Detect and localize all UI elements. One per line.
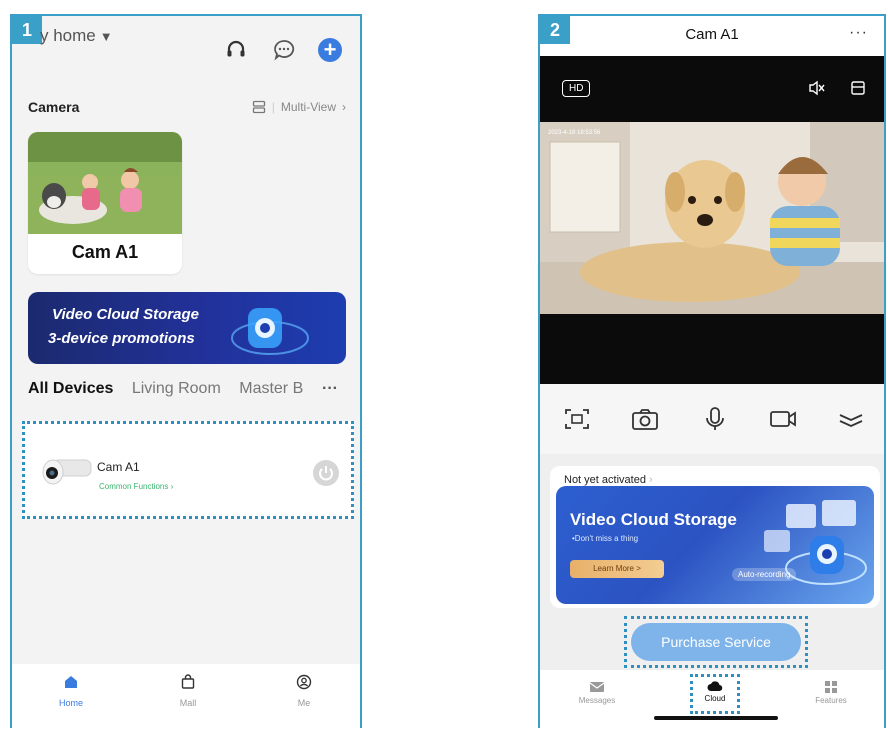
cloud-promo-banner[interactable]: Video Cloud Storage 3-device promotions bbox=[28, 292, 346, 364]
camera-card-name: Cam A1 bbox=[71, 242, 139, 262]
power-icon bbox=[319, 466, 333, 481]
mail-icon bbox=[589, 682, 605, 692]
camera-section-title: Camera bbox=[28, 99, 80, 115]
video-controls bbox=[540, 384, 884, 454]
hd-toggle[interactable]: HD bbox=[562, 80, 591, 97]
bullet-camera-icon bbox=[42, 459, 92, 485]
add-device-button[interactable]: + bbox=[318, 38, 342, 62]
multi-view-label: Multi-View bbox=[280, 100, 336, 114]
video-timestamp: 2023-4-18 18:53:56 bbox=[548, 130, 601, 136]
device-list-item[interactable]: Cam A1 Common Functions › bbox=[22, 421, 354, 519]
home-title: y home bbox=[40, 26, 96, 45]
home-indicator bbox=[654, 716, 778, 720]
camera-snapshot-icon[interactable] bbox=[630, 406, 660, 432]
screen-layout-icon[interactable] bbox=[850, 80, 866, 96]
banner-line1: Video Cloud Storage bbox=[52, 306, 199, 323]
chevron-right-icon: › bbox=[342, 100, 346, 114]
banner-line2: 3-device promotions bbox=[48, 330, 195, 347]
caret-down-icon: ▼ bbox=[99, 29, 113, 44]
video-toolbar: HD bbox=[540, 56, 884, 122]
nav-messages-label: Messages bbox=[578, 696, 616, 705]
cloud-icon bbox=[707, 681, 723, 692]
mute-icon[interactable] bbox=[808, 80, 826, 96]
nav-features[interactable]: Features bbox=[796, 680, 866, 705]
nav-me-label: Me bbox=[297, 698, 311, 708]
banner-subtitle: •Don't miss a thing bbox=[572, 534, 639, 543]
power-button[interactable] bbox=[313, 460, 339, 486]
nav-home-label: Home bbox=[58, 698, 83, 708]
phone-screen-camera: 2 Cam A1 ··· HD 2023-4-18 18:53:56 Not y… bbox=[538, 14, 886, 728]
home-selector[interactable]: y home ▼ bbox=[40, 26, 113, 46]
nav-cloud-label: Cloud bbox=[704, 694, 726, 703]
profile-icon bbox=[296, 674, 312, 690]
record-video-icon[interactable] bbox=[768, 406, 798, 432]
home-icon bbox=[65, 676, 77, 688]
common-functions-link[interactable]: Common Functions › bbox=[99, 482, 173, 491]
nav-mall[interactable]: Mall bbox=[158, 674, 218, 708]
layout-icon bbox=[252, 100, 265, 114]
cloud-camera-illustration bbox=[231, 308, 309, 355]
nav-messages[interactable]: Messages bbox=[562, 680, 632, 705]
nav-me[interactable]: Me bbox=[274, 674, 334, 708]
purchase-service-button[interactable]: Purchase Service bbox=[631, 623, 801, 661]
camera-title: Cam A1 bbox=[685, 26, 739, 43]
expand-chevron-icon[interactable] bbox=[836, 406, 866, 432]
grid-icon bbox=[825, 681, 837, 693]
auto-recording-tag: Auto-recording bbox=[732, 568, 797, 581]
headset-icon[interactable] bbox=[224, 38, 248, 62]
camera-card[interactable]: Cam A1 bbox=[28, 132, 182, 274]
video-letterbox bbox=[540, 314, 884, 384]
separator: | bbox=[271, 100, 275, 114]
live-video-feed[interactable] bbox=[540, 122, 886, 314]
message-bubble-icon[interactable] bbox=[272, 38, 296, 62]
banner-title: Video Cloud Storage bbox=[570, 510, 737, 529]
step-badge: 1 bbox=[12, 16, 42, 44]
common-functions-label: Common Functions bbox=[99, 482, 169, 491]
chevron-right-icon: › bbox=[649, 474, 653, 486]
more-options-icon[interactable]: ··· bbox=[849, 24, 868, 42]
nav-mall-label: Mall bbox=[179, 698, 197, 708]
cloud-storage-banner[interactable]: Video Cloud Storage •Don't miss a thing … bbox=[556, 486, 874, 604]
shopping-bag-icon bbox=[181, 674, 195, 689]
multi-view-link[interactable]: | Multi-View › bbox=[252, 100, 346, 114]
nav-home[interactable]: Home bbox=[41, 674, 101, 708]
camera-thumbnail bbox=[28, 132, 182, 234]
purchase-highlight: Purchase Service bbox=[624, 616, 808, 668]
bottom-nav: Messages Cloud Features bbox=[540, 670, 884, 728]
phone-screen-home: 1 y home ▼ + Camera | Multi-View › Cam A… bbox=[10, 14, 362, 728]
tab-all-devices[interactable]: All Devices bbox=[28, 380, 113, 397]
tab-living-room[interactable]: Living Room bbox=[132, 380, 221, 397]
nav-cloud[interactable]: Cloud bbox=[680, 680, 750, 703]
learn-more-button[interactable]: Learn More > bbox=[570, 560, 664, 578]
bottom-nav: Home Mall Me bbox=[12, 664, 360, 728]
cloud-camera-illustration bbox=[764, 500, 867, 585]
tab-master-bedroom[interactable]: Master B bbox=[239, 380, 303, 397]
device-name: Cam A1 bbox=[97, 460, 140, 474]
room-tabs: All Devices Living Room Master B ··· bbox=[28, 380, 358, 404]
screenshot-scan-icon[interactable] bbox=[562, 406, 592, 432]
activation-status-label: Not yet activated bbox=[564, 474, 646, 486]
nav-features-label: Features bbox=[815, 696, 847, 705]
more-tabs-icon[interactable]: ··· bbox=[322, 380, 338, 398]
microphone-icon[interactable] bbox=[700, 406, 730, 432]
